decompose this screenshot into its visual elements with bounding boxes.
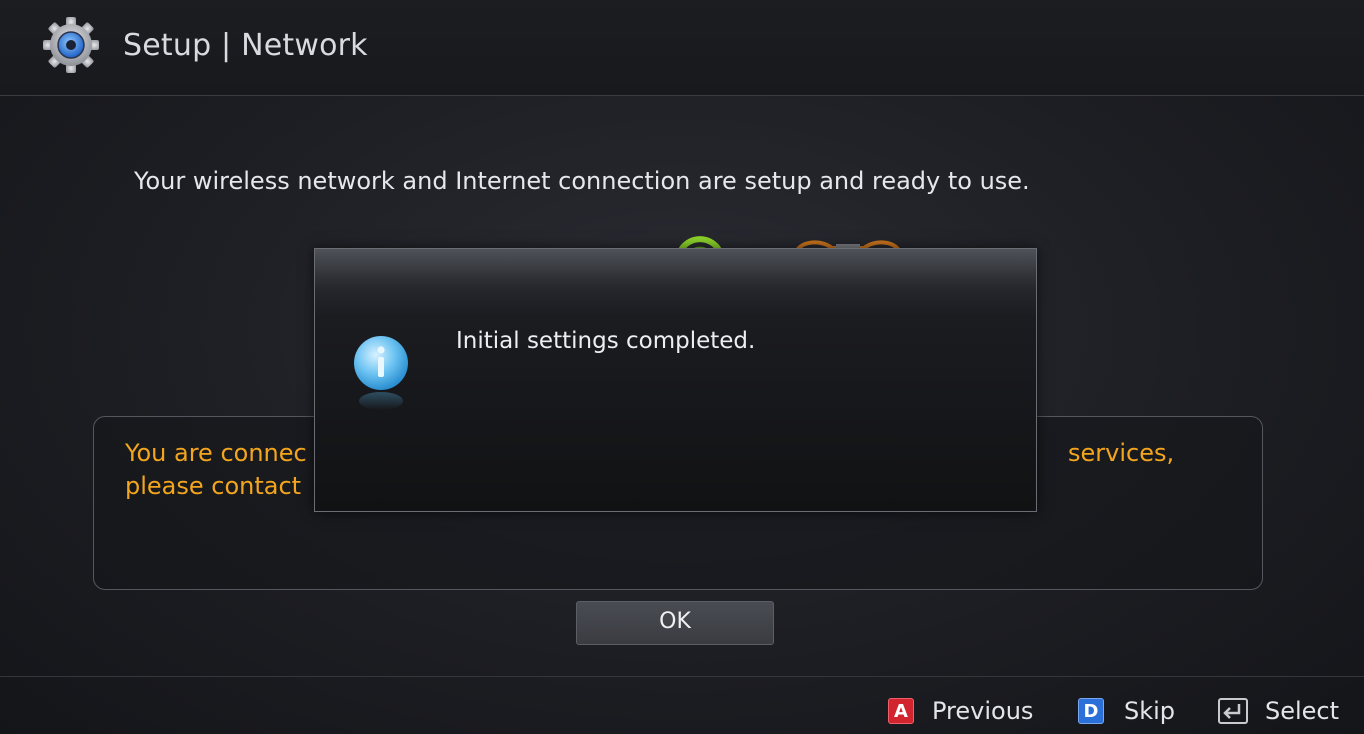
- footer-bar: A Previous D Skip Select: [0, 677, 1364, 734]
- previous-label: Previous: [932, 697, 1034, 725]
- info-icon: [354, 336, 408, 410]
- completion-dialog: Initial settings completed.: [314, 248, 1037, 512]
- select-key-hint[interactable]: Select: [1217, 697, 1339, 725]
- dialog-message: Initial settings completed.: [456, 328, 756, 354]
- setup-screen: Setup | Network Your wireless network an…: [0, 0, 1364, 734]
- header-bar: Setup | Network: [0, 0, 1364, 96]
- d-button-icon: D: [1078, 698, 1104, 724]
- status-message: Your wireless network and Internet conne…: [134, 167, 1030, 195]
- enter-icon: [1218, 698, 1248, 724]
- select-label: Select: [1265, 697, 1340, 725]
- skip-label: Skip: [1124, 697, 1176, 725]
- ok-button[interactable]: OK: [576, 601, 774, 645]
- gear-icon: [43, 17, 99, 73]
- previous-key-hint[interactable]: A Previous: [888, 697, 1033, 725]
- a-button-icon: A: [888, 698, 914, 724]
- panel-text-line1-end: services,: [1068, 439, 1175, 467]
- skip-key-hint[interactable]: D Skip: [1078, 697, 1175, 725]
- dialog-sheen: [315, 249, 1036, 289]
- page-title: Setup | Network: [123, 28, 368, 63]
